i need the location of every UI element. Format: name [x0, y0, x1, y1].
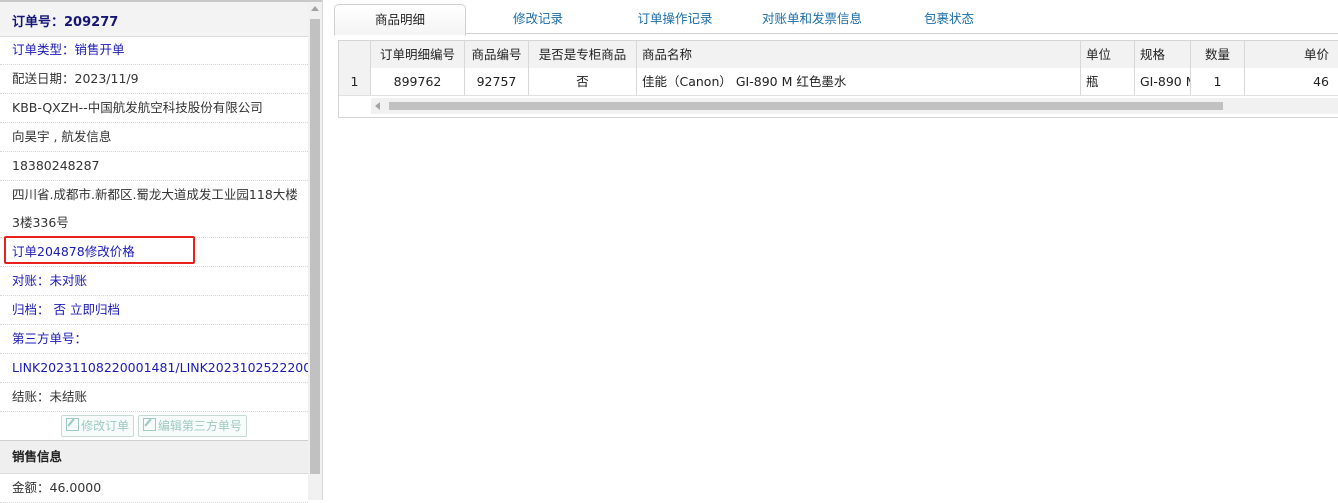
third-party-value: LINK20231108220001481/LINK20231025222001…: [0, 354, 308, 383]
cell-detail-id: 899762: [371, 68, 465, 95]
order-type-row: 订单类型：销售开单: [0, 36, 308, 65]
scrollbar-thumb[interactable]: [389, 102, 1223, 110]
col-counter-product[interactable]: 是否是专柜商品: [529, 41, 637, 68]
order-detail-list: 订单类型：销售开单 配送日期：2023/11/9 KBB-QXZH--中国航发航…: [0, 36, 308, 503]
scrollbar-thumb[interactable]: [310, 19, 320, 474]
archive-row: 归档： 否 立即归档: [0, 296, 308, 325]
third-party-label: 第三方单号：: [0, 325, 308, 354]
row-index: 1: [339, 68, 371, 95]
sales-info-header: 销售信息: [0, 441, 308, 474]
cell-counter-product: 否: [529, 68, 637, 95]
order-info-panel: 订单号：209277 订单类型：销售开单 配送日期：2023/11/9 KBB-…: [0, 0, 323, 503]
cell-unit-price: 46: [1245, 68, 1338, 95]
col-quantity[interactable]: 数量: [1191, 41, 1245, 68]
cell-unit: 瓶: [1081, 68, 1135, 95]
col-unit[interactable]: 单位: [1081, 41, 1135, 68]
col-detail-id[interactable]: 订单明细编号: [371, 41, 465, 68]
edit-third-party-button[interactable]: 编辑第三方单号: [137, 415, 247, 437]
cell-spec: GI-890 M: [1135, 68, 1191, 95]
col-product-id[interactable]: 商品编号: [465, 41, 529, 68]
scroll-up-icon[interactable]: [311, 6, 319, 11]
cell-product-name-link[interactable]: 佳能（Canon） GI-890 M 红色墨水: [637, 68, 1081, 95]
left-scrollbar[interactable]: [308, 2, 322, 500]
col-index: [339, 41, 371, 68]
contact-person: 向昊宇 , 航发信息: [0, 123, 308, 152]
delivery-address: 四川省.成都市.新都区.蜀龙大道成发工业园118大楼3楼336号: [0, 181, 308, 238]
contact-phone: 18380248287: [0, 152, 308, 181]
tab-package-status[interactable]: 包裹状态: [894, 4, 1004, 33]
edit-icon: [66, 418, 80, 431]
price-change-row: 订单204878修改价格: [0, 238, 308, 267]
reconcile-row: 对账：未对账: [0, 267, 308, 296]
cell-product-id-link[interactable]: 92757: [465, 68, 529, 95]
edit-order-button[interactable]: 修改订单: [61, 415, 135, 437]
grid-horizontal-scrollbar[interactable]: [371, 98, 1338, 114]
customer-company: KBB-QXZH--中国航发航空科技股份有限公司: [0, 94, 308, 123]
tab-bar: 商品明细 修改记录 订单操作记录 对账单和发票信息 包裹状态: [334, 2, 1338, 36]
order-title-bar: 订单号：209277: [0, 2, 308, 37]
settle-status: 结账：未结账: [0, 383, 308, 412]
col-spec[interactable]: 规格: [1135, 41, 1191, 68]
tab-statement-invoice[interactable]: 对账单和发票信息: [744, 4, 880, 33]
cell-quantity: 1: [1191, 68, 1245, 95]
delivery-date: 配送日期：2023/11/9: [0, 65, 308, 94]
col-unit-price[interactable]: 单价: [1245, 41, 1338, 68]
tab-product-details[interactable]: 商品明细: [334, 4, 466, 36]
tab-modify-history[interactable]: 修改记录: [476, 4, 600, 33]
price-change-link[interactable]: 订单204878修改价格: [12, 244, 135, 259]
action-buttons: 修改订单 编辑第三方单号: [0, 412, 308, 441]
scroll-left-icon[interactable]: [375, 102, 380, 110]
archive-now-link[interactable]: 立即归档: [70, 302, 120, 317]
col-product-name[interactable]: 商品名称: [637, 41, 1081, 68]
grid-header: 订单明细编号 商品编号 是否是专柜商品 商品名称 单位 规格 数量 单价: [339, 41, 1338, 69]
order-number-title: 订单号：209277: [12, 15, 119, 30]
edit-icon: [142, 418, 156, 431]
tab-order-operations[interactable]: 订单操作记录: [610, 4, 740, 33]
sales-amount: 金额：46.0000: [0, 474, 308, 503]
third-party-number-link[interactable]: LINK20231108220001481/LINK20231025222001…: [12, 360, 308, 375]
product-grid: 订单明细编号 商品编号 是否是专柜商品 商品名称 单位 规格 数量 单价 1 8…: [338, 40, 1338, 118]
table-row[interactable]: 1 899762 92757 否 佳能（Canon） GI-890 M 红色墨水…: [339, 68, 1338, 96]
